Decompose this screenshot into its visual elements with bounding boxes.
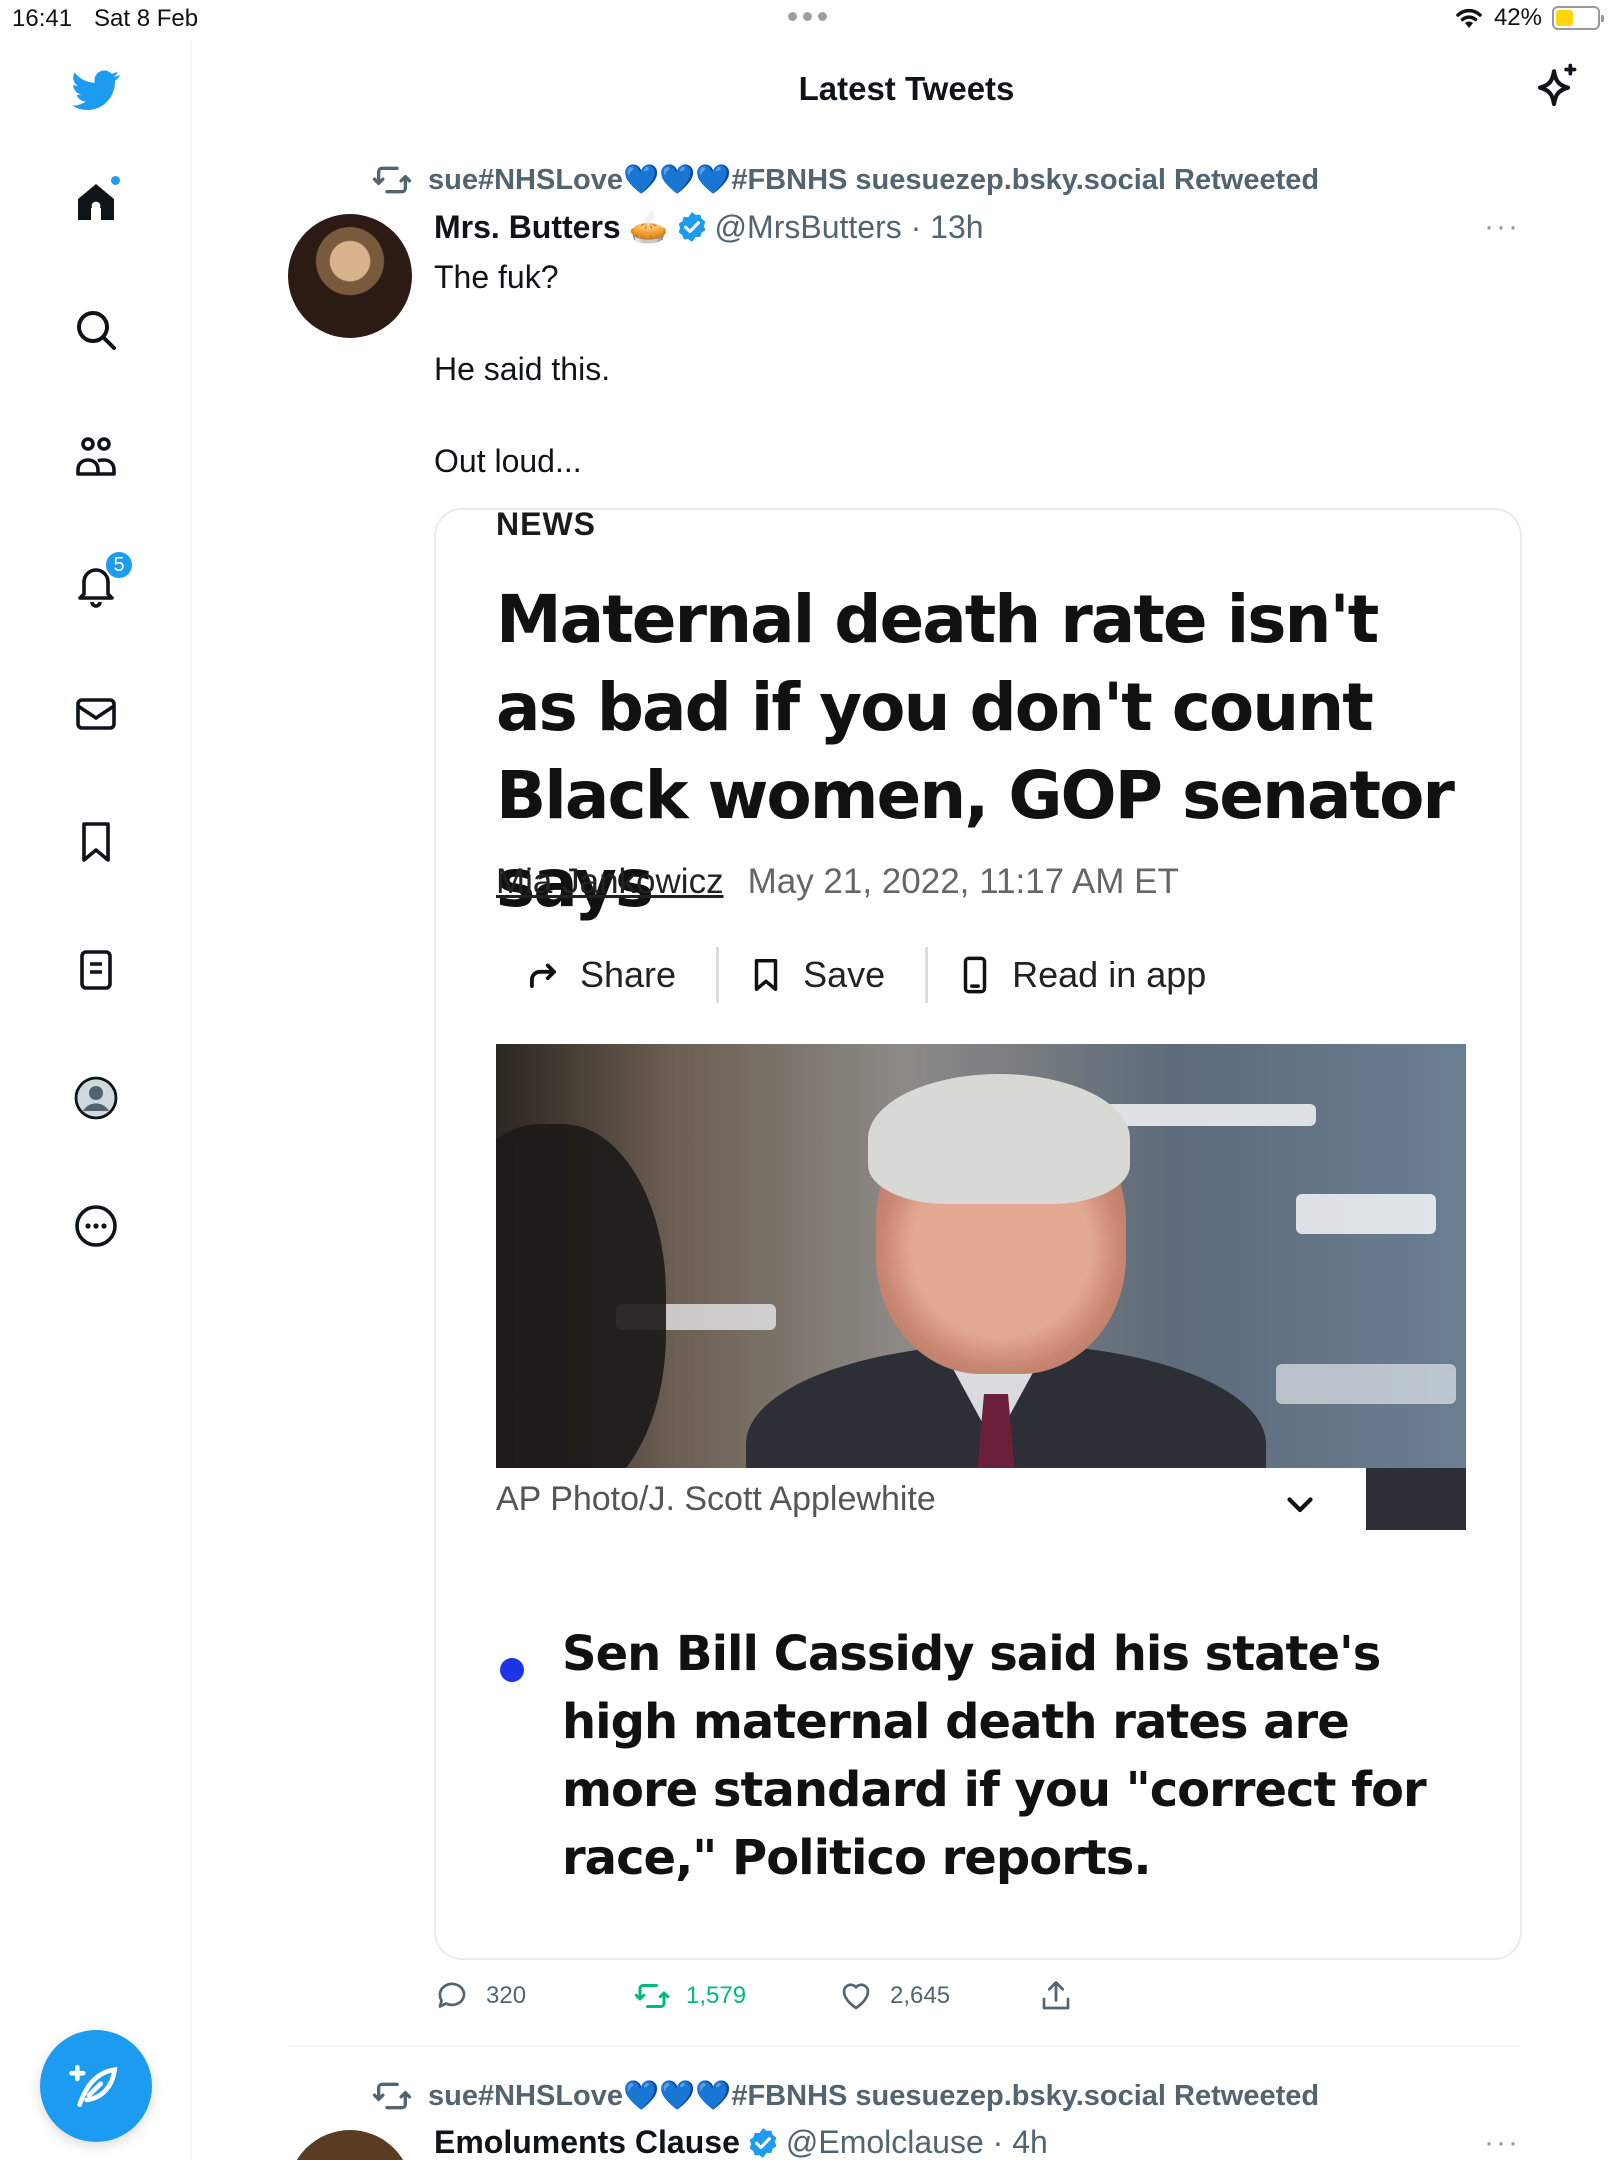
phone-icon [963,956,987,994]
share-button[interactable] [1038,1978,1074,2014]
avatar[interactable] [288,2130,412,2160]
notifications-icon[interactable]: 5 [66,550,134,616]
page-title: Latest Tweets [798,70,1015,107]
tweet-text-line-1: The fuk? [434,259,559,295]
status-bar: 16:41 Sat 8 Feb 42% [0,0,1620,40]
home-unread-dot [109,174,122,187]
reply-count: 320 [486,1982,527,2009]
messages-icon[interactable] [66,684,126,744]
tweet-header: Mrs. Butters 🥧 @MrsButters · 13h [434,208,984,246]
article-author: Mia Jankowicz [496,862,724,901]
article-bullet: Sen Bill Cassidy said his state's high m… [562,1626,1427,1886]
multitasking-dots-icon[interactable] [788,12,827,21]
verified-badge-icon [749,2127,777,2158]
battery-icon [1552,6,1604,30]
lists-icon[interactable] [66,940,126,1000]
article-save: Save [716,947,925,1003]
article-section: NEWS [496,508,596,542]
share-arrow-icon [530,963,556,988]
communities-icon[interactable] [66,428,126,488]
tweet-more-button[interactable]: ··· [1484,2126,1520,2160]
author-handle-time[interactable]: @MrsButters · 13h [715,209,984,246]
compose-feather-icon [69,2065,118,2107]
article-actions: Share Save Read in app [496,940,1296,1010]
reply-icon [438,1982,466,2008]
photo-caption: AP Photo/J. Scott Applewhite [496,1480,936,1518]
tweet[interactable]: sue#NHSLove💙💙💙#FBNHS suesuezep.bsky.soci… [288,2076,1520,2160]
bookmark-icon [754,959,778,991]
article-photo [496,1044,1466,1468]
more-icon[interactable] [66,1196,126,1256]
tweet-divider [288,2046,1520,2047]
tweet-text-line-2: He said this. [434,351,611,387]
article-read-in-app: Read in app [925,947,1246,1003]
heart-icon [842,1983,870,2010]
home-icon[interactable] [66,172,126,232]
status-date: Sat 8 Feb [94,5,199,32]
author-name[interactable]: Mrs. Butters [434,209,621,246]
article-byline: Mia Jankowicz May 21, 2022, 11:17 AM ET [496,862,1179,902]
retweet-context[interactable]: sue#NHSLove💙💙💙#FBNHS suesuezep.bsky.soci… [288,160,1319,200]
search-icon[interactable] [66,300,126,360]
sparkle-icon[interactable] [1526,62,1582,118]
tweet-text-line-3: Out loud... [434,443,582,479]
battery-percent: 42% [1493,4,1542,31]
tweet[interactable]: sue#NHSLove💙💙💙#FBNHS suesuezep.bsky.soci… [288,160,1522,2040]
retweet-context-text: sue#NHSLove💙💙💙#FBNHS suesuezep.bsky.soci… [428,164,1320,196]
profile-icon[interactable] [66,1068,126,1128]
article-date: May 21, 2022, 11:17 AM ET [747,862,1179,901]
twitter-bird-icon[interactable] [66,60,126,120]
notifications-badge: 5 [104,550,134,580]
author-name[interactable]: Emoluments Clause [434,2124,740,2160]
compose-button[interactable] [40,2030,152,2142]
reply-button[interactable]: 320 [434,1978,634,2014]
article-save-label: Save [803,954,886,995]
media-card[interactable]: NEWS Maternal death rate isn't as bad if… [434,508,1522,1960]
verified-badge-icon [678,212,705,242]
bookmarks-icon[interactable] [66,812,126,872]
article-share-label: Share [580,954,677,995]
status-time: 16:41 [12,5,73,32]
bullet-dot [500,1658,524,1682]
author-handle-time[interactable]: @Emolclause · 4h [786,2124,1048,2160]
tweet-header: Emoluments Clause @Emolclause · 4h [434,2124,1048,2160]
timeline-header: Latest Tweets [193,40,1620,140]
avatar[interactable] [288,214,412,338]
wifi-icon [1456,8,1482,28]
tweet-actions: 320 1,579 2,645 [434,1978,1074,2014]
retweet-icon [634,1984,670,2008]
like-count: 2,645 [890,1982,951,2009]
retweet-icon [372,166,412,194]
article-read-in-app-label: Read in app [1012,954,1207,995]
retweet-icon [372,2082,412,2110]
chevron-down-icon [1287,1497,1313,1513]
retweet-button[interactable]: 1,579 [634,1978,838,2014]
like-button[interactable]: 2,645 [838,1978,1038,2014]
tweet-more-button[interactable]: ··· [1484,210,1520,244]
article-share: Share [496,947,716,1003]
retweet-context-text: sue#NHSLove💙💙💙#FBNHS suesuezep.bsky.soci… [428,2080,1320,2112]
retweet-count: 1,579 [686,1982,747,2009]
author-name-emoji: 🥧 [628,209,669,245]
retweet-context[interactable]: sue#NHSLove💙💙💙#FBNHS suesuezep.bsky.soci… [288,2076,1319,2116]
status-right: 42% [1454,4,1604,32]
sidebar: 5 [0,40,192,2160]
share-icon [1042,1981,1070,2010]
